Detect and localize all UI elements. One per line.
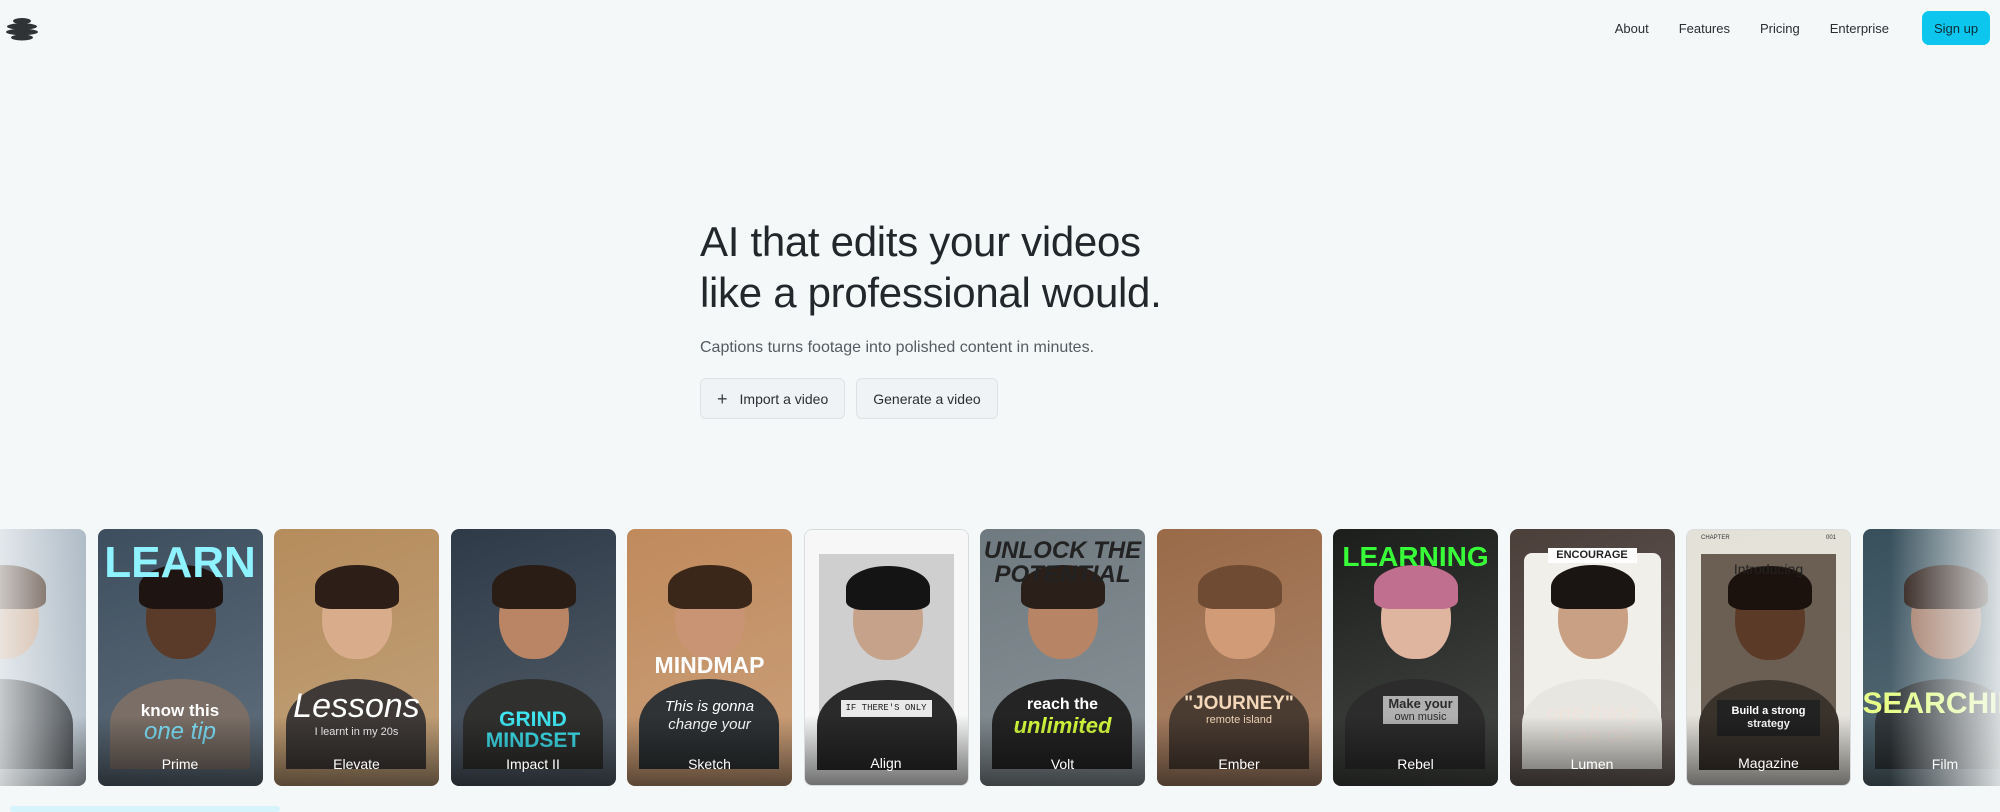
- hero-title: AI that edits your videos like a profess…: [700, 218, 1162, 316]
- person-hair: [1197, 565, 1282, 609]
- template-label: Elevate: [333, 756, 380, 772]
- template-card-sketch[interactable]: MINDMAPThis is gonnachange yourSketch: [627, 529, 792, 786]
- carousel-fade-left: [0, 529, 90, 786]
- label-shade: [1156, 716, 1322, 786]
- template-card-lumen[interactable]: ENCOURAGEone thingI can doLumen: [1509, 529, 1675, 786]
- caption-overlay-text: ENCOURAGE: [1547, 548, 1637, 563]
- template-card-elevate[interactable]: LessonsI learnt in my 20sElevate: [274, 529, 439, 786]
- template-card-magazine[interactable]: CHAPTER001IntroducingBuild a strong stra…: [1686, 529, 1851, 786]
- label-shade: [1333, 716, 1498, 786]
- import-video-label: Import a video: [739, 390, 829, 407]
- signup-button[interactable]: Sign up: [1922, 11, 1990, 45]
- template-label: Align: [870, 755, 902, 771]
- nav-link-enterprise[interactable]: Enterprise: [1830, 21, 1889, 36]
- label-shade: [627, 716, 792, 786]
- nav-link-pricing[interactable]: Pricing: [1760, 21, 1800, 36]
- bottom-decoration: [10, 806, 280, 812]
- logo[interactable]: [5, 13, 39, 43]
- template-label: Impact II: [506, 756, 560, 772]
- hero-subtitle: Captions turns footage into polished con…: [700, 339, 1095, 356]
- label-shade: [1509, 716, 1675, 786]
- carousel-fade-right: [1890, 529, 2000, 786]
- person-hair: [491, 565, 576, 609]
- template-label: Sketch: [688, 756, 731, 772]
- import-video-button[interactable]: + Import a video: [700, 378, 846, 419]
- caption-overlay-text: Introducing: [1733, 561, 1804, 577]
- caption-overlay-text: This is gonna: [664, 698, 755, 715]
- hero-actions: + Import a video Generate a video: [700, 378, 1400, 419]
- plus-icon: +: [717, 388, 728, 409]
- template-card-volt[interactable]: UNLOCK THE POTENTIALreach theunlimitedVo…: [980, 529, 1145, 786]
- generate-video-button[interactable]: Generate a video: [856, 378, 998, 419]
- label-shade: [274, 716, 439, 786]
- template-label: Prime: [161, 756, 199, 772]
- nav-link-features[interactable]: Features: [1679, 21, 1730, 36]
- caption-overlay-text: reach the: [1026, 696, 1099, 713]
- nav-link-about[interactable]: About: [1615, 21, 1649, 36]
- template-label: Magazine: [1738, 755, 1799, 771]
- template-card-prime[interactable]: LEARNknow thisone tipPrime: [97, 529, 263, 786]
- caption-overlay-text: "JOURNEY": [1184, 693, 1294, 714]
- caption-overlay-text: MINDMAP: [654, 652, 765, 678]
- template-label: Rebel: [1397, 756, 1434, 772]
- template-card-impact-ii[interactable]: GRIND MINDSETImpact II: [450, 529, 616, 786]
- template-label: Lumen: [1570, 756, 1614, 772]
- template-carousel[interactable]: ber IILEARNknow thisone tipPrimeLessonsI…: [0, 529, 2000, 786]
- logo-icon: [6, 18, 38, 41]
- label-shade: [450, 716, 616, 786]
- caption-overlay-text: Make your: [1383, 696, 1458, 711]
- label-shade: [1687, 715, 1850, 785]
- template-label: Ember: [1218, 756, 1260, 772]
- person-hair: [845, 566, 930, 610]
- template-card-ember[interactable]: "JOURNEY"remote islandEmber: [1156, 529, 1322, 786]
- label-shade: [980, 716, 1145, 786]
- template-label: Volt: [1050, 756, 1075, 772]
- template-card-align[interactable]: IF THERE'S ONLY Align: [803, 529, 969, 786]
- label-shade: [804, 715, 968, 785]
- person-hair: [315, 565, 399, 609]
- caption-overlay-text: LEARNING: [1342, 541, 1489, 572]
- top-nav: About Features Pricing Enterprise Sign u…: [1615, 11, 1990, 45]
- caption-overlay-text: 001: [1825, 535, 1836, 541]
- person-hair: [1550, 565, 1635, 609]
- hero-section: AI that edits your videos like a profess…: [700, 216, 1400, 419]
- label-shade: [97, 716, 263, 786]
- caption-overlay-text: LEARN: [104, 538, 256, 587]
- template-card-rebel[interactable]: LEARNINGMake yourown musicRebel: [1333, 529, 1498, 786]
- person-hair: [668, 565, 752, 609]
- caption-overlay-text: UNLOCK THE POTENTIAL: [983, 537, 1142, 588]
